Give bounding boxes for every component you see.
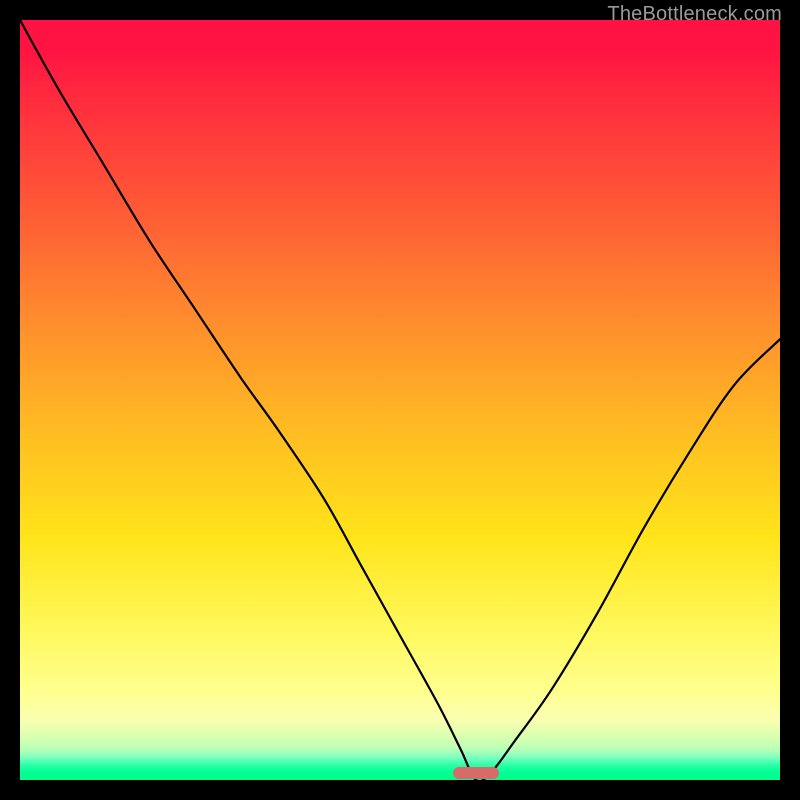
bottleneck-curve: [20, 20, 780, 780]
chart-stage: TheBottleneck.com line: [0, 0, 800, 800]
plot-area: line: [20, 20, 780, 780]
optimal-range-marker: [453, 767, 499, 779]
curve-layer: [20, 20, 780, 780]
